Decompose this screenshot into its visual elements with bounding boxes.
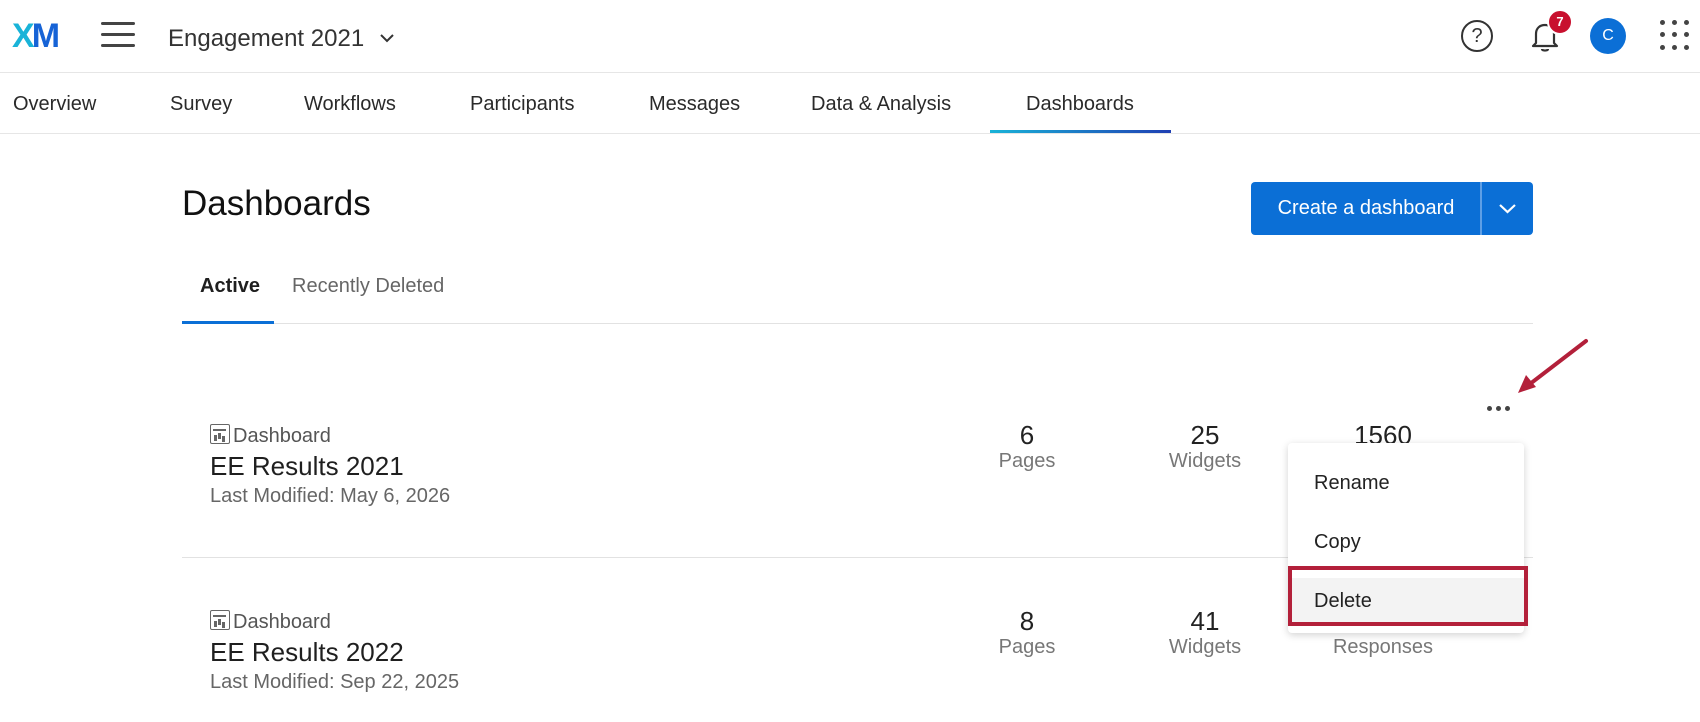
chevron-down-icon <box>1499 204 1516 214</box>
dashboard-icon <box>210 424 230 444</box>
tab-dashboards[interactable]: Dashboards <box>1026 93 1134 116</box>
tab-messages[interactable]: Messages <box>649 93 740 116</box>
widgets-label: Widgets <box>1168 450 1242 472</box>
widgets-count: 25 <box>1190 420 1220 450</box>
menu-item-rename[interactable]: Rename <box>1288 460 1524 506</box>
avatar[interactable]: C <box>1590 18 1626 54</box>
project-nav: Overview Survey Workflows Participants M… <box>0 73 1700 134</box>
tab-survey[interactable]: Survey <box>170 93 232 116</box>
subtab-active-indicator <box>182 321 274 324</box>
create-dashboard-button[interactable]: Create a dashboard <box>1251 182 1481 235</box>
tab-recently-deleted[interactable]: Recently Deleted <box>292 275 444 298</box>
dashboard-type-text: Dashboard <box>233 611 331 633</box>
logo-m: M <box>31 17 60 55</box>
widgets-count: 41 <box>1190 606 1220 636</box>
more-options-icon[interactable] <box>1482 396 1514 420</box>
tab-workflows[interactable]: Workflows <box>304 93 396 116</box>
apps-grid-icon[interactable] <box>1660 20 1690 50</box>
dashboard-name[interactable]: EE Results 2021 <box>210 451 404 482</box>
last-modified: Last Modified: May 6, 2026 <box>210 485 451 507</box>
pages-count: 8 <box>1019 606 1035 636</box>
dashboard-icon <box>210 610 230 630</box>
page-title: Dashboards <box>182 184 371 223</box>
top-bar: XM Engagement 2021 ? 7 C <box>0 0 1700 73</box>
create-options-button[interactable] <box>1482 182 1533 235</box>
pages-label: Pages <box>998 450 1056 472</box>
notification-badge: 7 <box>1547 9 1573 35</box>
pages-count: 6 <box>1019 420 1035 450</box>
dashboard-type-label: Dashboard <box>210 424 331 448</box>
delete-highlight <box>1288 566 1528 626</box>
tab-active[interactable]: Active <box>200 275 260 298</box>
last-modified: Last Modified: Sep 22, 2025 <box>210 671 460 693</box>
subtab-divider <box>182 323 1533 324</box>
chevron-down-icon <box>379 22 395 50</box>
menu-item-copy[interactable]: Copy <box>1288 519 1524 565</box>
dashboard-type-text: Dashboard <box>233 425 331 447</box>
project-selector[interactable]: Engagement 2021 <box>168 22 395 53</box>
dashboard-type-label: Dashboard <box>210 610 331 634</box>
active-tab-indicator <box>990 130 1171 133</box>
pages-label: Pages <box>998 636 1056 658</box>
tab-participants[interactable]: Participants <box>470 93 575 116</box>
tab-data-analysis[interactable]: Data & Analysis <box>811 93 951 116</box>
responses-label: Responses <box>1332 636 1434 658</box>
widgets-label: Widgets <box>1168 636 1242 658</box>
logo-x: X <box>12 17 35 55</box>
xm-logo[interactable]: XM <box>12 17 60 55</box>
tab-overview[interactable]: Overview <box>13 93 96 116</box>
annotation-arrow-icon <box>1518 339 1588 393</box>
help-icon[interactable]: ? <box>1461 20 1493 52</box>
project-name: Engagement 2021 <box>168 25 365 52</box>
dashboard-name[interactable]: EE Results 2022 <box>210 637 404 668</box>
menu-icon[interactable] <box>101 22 135 50</box>
